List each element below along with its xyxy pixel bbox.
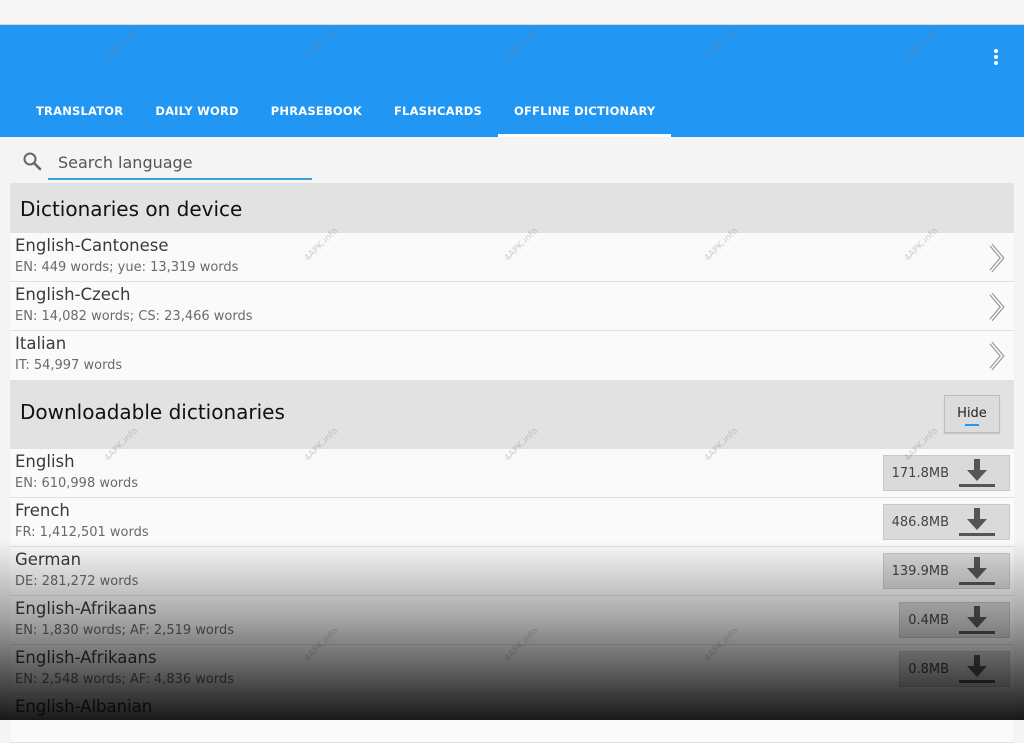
dictionary-name: English-Albanian: [15, 697, 153, 716]
dictionary-name: German: [15, 550, 82, 569]
dictionary-word-count: IT: 54,997 words: [15, 358, 123, 373]
list-item[interactable]: German DE: 281,272 words 139.9MB: [10, 547, 1014, 596]
search-input[interactable]: [48, 146, 312, 180]
download-size: 0.8MB: [908, 661, 949, 677]
dictionary-word-count: EN: 14,082 words; CS: 23,466 words: [15, 309, 253, 324]
hide-button[interactable]: Hide: [944, 395, 1000, 433]
search-icon: [23, 152, 42, 171]
chevron-right-icon[interactable]: [986, 243, 1008, 273]
section-title: Downloadable dictionaries: [20, 400, 285, 424]
tab-bar: TRANSLATOR DAILY WORD PHRASEBOOK FLASHCA…: [20, 97, 672, 137]
download-button[interactable]: 0.8MB: [899, 651, 1010, 687]
dictionary-word-count: FR: 1,412,501 words: [15, 525, 149, 540]
search-bar: [22, 146, 312, 180]
section-header-downloadable: Downloadable dictionaries Hide: [10, 380, 1014, 449]
dictionary-word-count: DE: 281,272 words: [15, 574, 139, 589]
download-icon: [959, 606, 995, 634]
download-size: 0.4MB: [908, 612, 949, 628]
section-header-on-device: Dictionaries on device: [10, 183, 1014, 233]
list-item[interactable]: English-Afrikaans EN: 2,548 words; AF: 4…: [10, 645, 1014, 694]
dictionary-word-count: EN: 610,998 words: [15, 476, 139, 491]
app-bar: TRANSLATOR DAILY WORD PHRASEBOOK FLASHCA…: [0, 25, 1024, 137]
dictionary-name: English-Cantonese: [15, 236, 169, 255]
download-icon: [959, 459, 995, 487]
list-item[interactable]: English-Czech EN: 14,082 words; CS: 23,4…: [10, 282, 1014, 331]
list-item[interactable]: English-Cantonese EN: 449 words; yue: 13…: [10, 233, 1014, 282]
tab-offline-dictionary[interactable]: OFFLINE DICTIONARY: [498, 97, 672, 137]
list-item[interactable]: English-Afrikaans EN: 1,830 words; AF: 2…: [10, 596, 1014, 645]
list-item[interactable]: English-Albanian: [10, 694, 1014, 743]
chevron-right-icon[interactable]: [986, 292, 1008, 322]
download-button[interactable]: 486.8MB: [882, 504, 1010, 540]
download-icon: [959, 557, 995, 585]
download-icon: [959, 655, 995, 683]
dictionary-list: Dictionaries on device English-Cantonese…: [10, 183, 1014, 743]
list-item[interactable]: French FR: 1,412,501 words 486.8MB: [10, 498, 1014, 547]
download-size: 139.9MB: [891, 563, 949, 579]
tab-daily-word[interactable]: DAILY WORD: [139, 97, 254, 137]
list-item[interactable]: Italian IT: 54,997 words: [10, 331, 1014, 380]
tab-flashcards[interactable]: FLASHCARDS: [378, 97, 498, 137]
download-button[interactable]: 0.4MB: [899, 602, 1010, 638]
dictionary-name: English-Afrikaans: [15, 599, 157, 618]
dictionary-word-count: EN: 1,830 words; AF: 2,519 words: [15, 623, 234, 638]
dictionary-word-count: EN: 2,548 words; AF: 4,836 words: [15, 672, 234, 687]
chevron-right-icon[interactable]: [986, 341, 1008, 371]
download-icon: [959, 508, 995, 536]
hide-button-indicator: [965, 424, 979, 426]
dictionary-word-count: EN: 449 words; yue: 13,319 words: [15, 260, 239, 275]
list-item[interactable]: English EN: 610,998 words 171.8MB: [10, 449, 1014, 498]
dictionary-name: English-Czech: [15, 285, 131, 304]
section-title: Dictionaries on device: [20, 197, 243, 221]
tab-translator[interactable]: TRANSLATOR: [20, 97, 139, 137]
tab-phrasebook[interactable]: PHRASEBOOK: [255, 97, 378, 137]
dictionary-name: English: [15, 452, 75, 471]
download-size: 171.8MB: [891, 465, 949, 481]
dictionary-name: Italian: [15, 334, 67, 353]
download-size: 486.8MB: [891, 514, 949, 530]
dictionary-name: French: [15, 501, 70, 520]
download-button[interactable]: 139.9MB: [882, 553, 1010, 589]
dictionary-name: English-Afrikaans: [15, 648, 157, 667]
hide-button-label: Hide: [957, 406, 987, 421]
download-button[interactable]: 171.8MB: [882, 455, 1010, 491]
status-bar: [0, 0, 1024, 25]
overflow-menu-icon[interactable]: [988, 47, 1004, 67]
